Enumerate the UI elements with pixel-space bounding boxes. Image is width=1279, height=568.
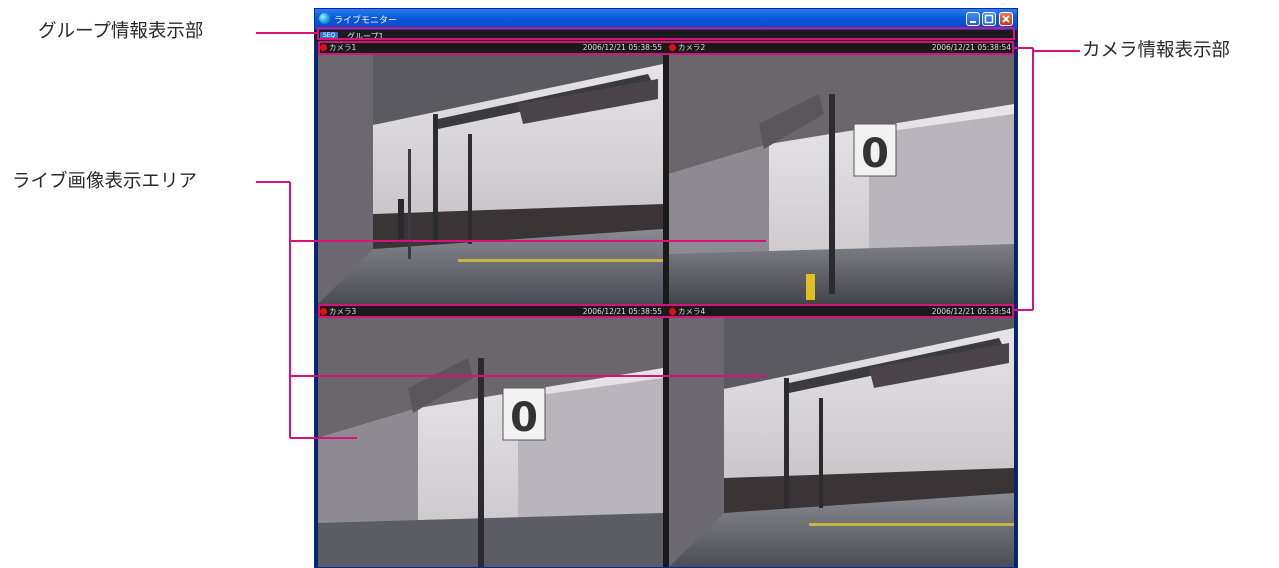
camera-info-callout: カメラ情報表示部 [1082, 40, 1231, 61]
camera-timestamp: 2006/12/21 05:38:54 [931, 43, 1011, 52]
live-monitor-window: ライブモニター SEQ グループ1 カメラ1 2006/12/21 05:38:… [314, 8, 1018, 568]
platform-sign: 0 [861, 131, 889, 177]
camera-name: カメラ4 [678, 307, 706, 316]
app-icon [319, 13, 330, 24]
camera-timestamp: 2006/12/21 05:38:55 [582, 43, 662, 52]
camera-view-2[interactable]: 0 [669, 54, 1014, 304]
camera-view-4[interactable] [669, 318, 1014, 567]
camera-name: カメラ3 [329, 307, 357, 316]
window-title: ライブモニター [334, 16, 398, 26]
camera-info-bar: カメラ3 2006/12/21 05:38:55 [318, 306, 665, 317]
maximize-button[interactable] [982, 12, 996, 26]
close-icon [1002, 15, 1010, 23]
minimize-button[interactable] [966, 12, 980, 26]
group-name: グループ1 [347, 32, 384, 41]
group-info-bar: SEQ グループ1 [315, 30, 1017, 42]
status-dot-icon [669, 44, 676, 51]
title-bar[interactable]: ライブモニター [315, 9, 1017, 30]
camera-timestamp: 2006/12/21 05:38:54 [931, 307, 1011, 316]
live-area-callout: ライブ画像表示エリア [12, 171, 198, 192]
seq-button[interactable]: SEQ [320, 32, 338, 40]
camera-info-bar: カメラ4 2006/12/21 05:38:54 [667, 306, 1014, 317]
status-dot-icon [669, 308, 676, 315]
maximize-icon [984, 14, 994, 24]
camera-name: カメラ1 [329, 43, 357, 52]
camera-info-bar: カメラ2 2006/12/21 05:38:54 [667, 42, 1014, 53]
camera-info-bar: カメラ1 2006/12/21 05:38:55 [318, 42, 665, 53]
camera-name: カメラ2 [678, 43, 706, 52]
platform-sign: 0 [510, 395, 538, 441]
status-dot-icon [320, 44, 327, 51]
close-button[interactable] [999, 12, 1013, 26]
live-image-area: カメラ1 2006/12/21 05:38:55 カメラ2 2006/12/21… [318, 42, 1014, 567]
camera-timestamp: 2006/12/21 05:38:55 [582, 307, 662, 316]
camera-view-3[interactable]: 0 [318, 318, 663, 567]
group-info-callout: グループ情報表示部 [38, 21, 204, 42]
status-dot-icon [320, 308, 327, 315]
camera-view-1[interactable] [318, 54, 663, 304]
minimize-icon [970, 21, 976, 23]
